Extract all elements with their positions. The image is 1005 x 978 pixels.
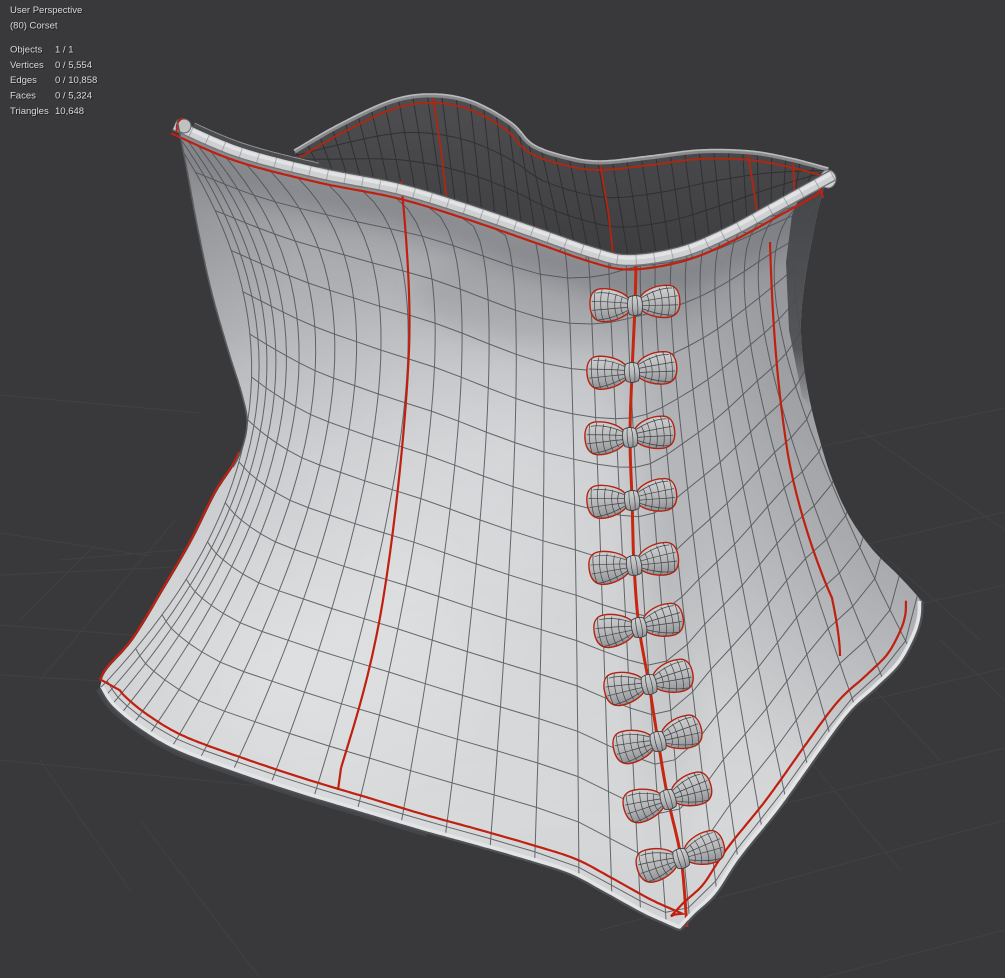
svg-text:Edges: Edges (10, 75, 37, 86)
svg-text:(80) Corset: (80) Corset (10, 21, 58, 32)
svg-text:0 / 5,554: 0 / 5,554 (55, 60, 92, 71)
svg-text:Vertices: Vertices (10, 60, 44, 71)
svg-text:0 / 5,324: 0 / 5,324 (55, 91, 92, 102)
svg-text:0 / 10,858: 0 / 10,858 (55, 75, 97, 86)
svg-text:10,648: 10,648 (55, 106, 84, 117)
svg-text:Faces: Faces (10, 91, 36, 102)
svg-text:User Perspective: User Perspective (10, 5, 82, 16)
svg-text:Triangles: Triangles (10, 106, 49, 117)
svg-text:1 / 1: 1 / 1 (55, 45, 74, 56)
svg-text:Objects: Objects (10, 45, 42, 56)
